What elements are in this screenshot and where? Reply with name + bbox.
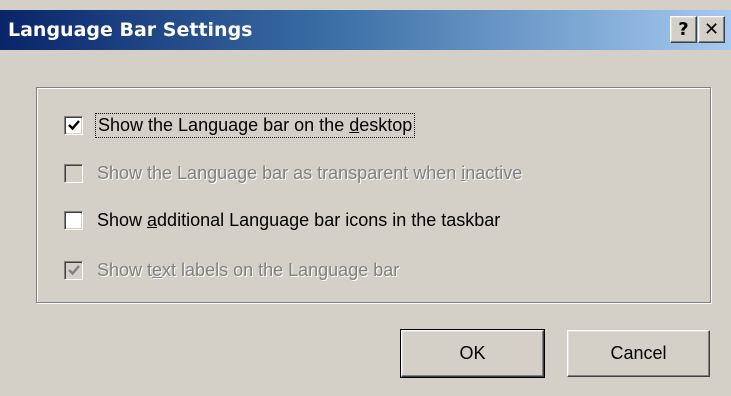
option-show-language-bar[interactable]: Show the Language bar on the desktop	[64, 112, 416, 138]
ok-button[interactable]: OK	[400, 329, 545, 378]
help-icon: ?	[678, 18, 689, 40]
additional-icons-label: Show additional Language bar icons in th…	[97, 209, 501, 230]
window-title: Language Bar Settings	[8, 19, 253, 41]
show-language-bar-label: Show the Language bar on the desktop	[94, 112, 416, 138]
ok-button-label: OK	[459, 343, 486, 363]
additional-icons-checkbox[interactable]	[64, 210, 83, 230]
transparent-when-inactive-label: Show the Language bar as transparent whe…	[97, 162, 523, 183]
close-icon: ✕	[703, 18, 720, 40]
option-text-labels: Show text labels on the Language bar	[64, 257, 399, 283]
checkmark-icon	[68, 119, 80, 130]
text-labels-label: Show text labels on the Language bar	[97, 259, 400, 280]
close-button[interactable]: ✕	[698, 16, 725, 43]
cancel-button[interactable]: Cancel	[567, 330, 710, 377]
text-labels-checkbox	[64, 260, 83, 280]
option-transparent-when-inactive: Show the Language bar as transparent whe…	[64, 160, 522, 186]
title-bar[interactable]: Language Bar Settings ? ✕	[0, 10, 731, 50]
transparent-when-inactive-checkbox	[64, 163, 83, 183]
cancel-button-label: Cancel	[610, 343, 667, 363]
help-button[interactable]: ?	[670, 16, 697, 43]
language-bar-settings-dialog: Language Bar Settings ? ✕ Show the Langu…	[0, 0, 731, 396]
show-language-bar-checkbox[interactable]	[64, 115, 83, 135]
checkmark-icon	[68, 264, 80, 275]
option-additional-icons[interactable]: Show additional Language bar icons in th…	[64, 207, 500, 233]
